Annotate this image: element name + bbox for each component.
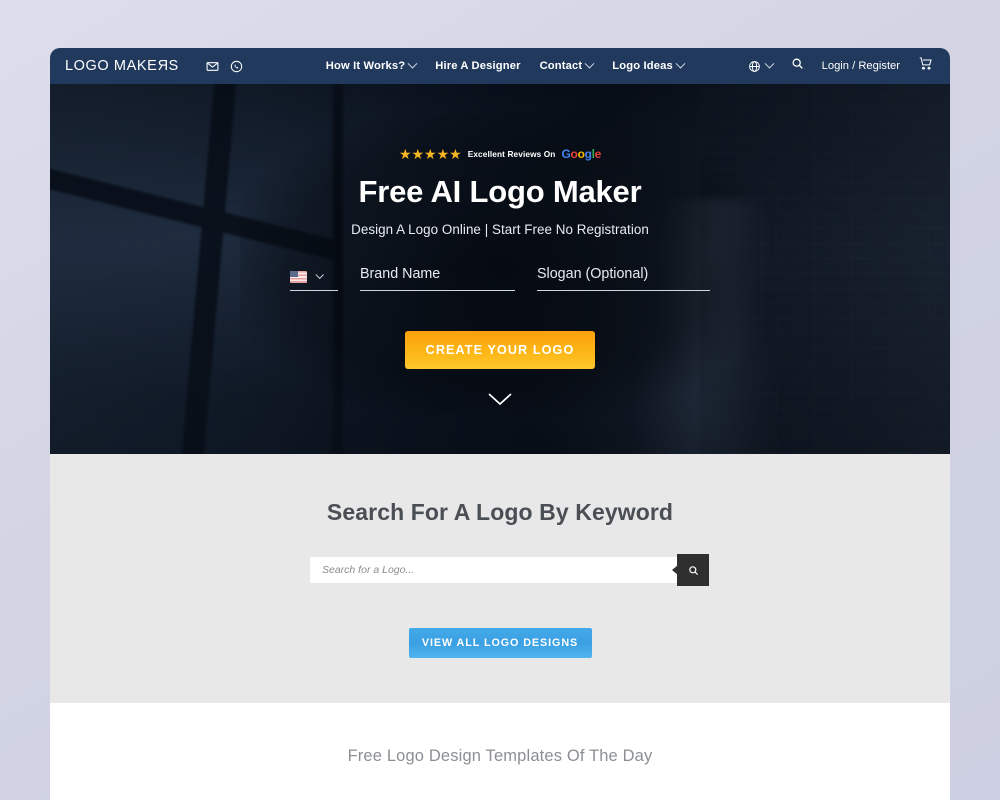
hero-cta-wrap: CREATE YOUR LOGO bbox=[50, 331, 950, 370]
templates-section: Free Logo Design Templates Of The Day bbox=[50, 703, 950, 800]
search-section-title: Search For A Logo By Keyword bbox=[326, 499, 674, 525]
brand-name-field[interactable] bbox=[360, 265, 515, 292]
cart-button[interactable] bbox=[918, 56, 934, 76]
page-background: LOGO MAKERS How It Works? Hire A Designe… bbox=[0, 0, 1000, 800]
globe-icon bbox=[748, 60, 760, 72]
view-all-wrap: VIEW ALL LOGO DESIGNS bbox=[50, 628, 950, 658]
whatsapp-icon[interactable] bbox=[230, 60, 243, 73]
chevron-down-icon bbox=[675, 58, 686, 69]
logo-search-input[interactable] bbox=[310, 557, 690, 583]
language-selector[interactable] bbox=[748, 58, 775, 73]
site-header: LOGO MAKERS How It Works? Hire A Designe… bbox=[50, 48, 950, 84]
chevron-down-icon bbox=[764, 58, 775, 69]
country-select[interactable] bbox=[290, 270, 338, 292]
google-letter: o bbox=[577, 147, 585, 161]
nav-item-logo-ideas[interactable]: Logo Ideas bbox=[612, 58, 686, 72]
hero-subtitle: Design A Logo Online | Start Free No Reg… bbox=[351, 222, 649, 238]
chevron-down-icon bbox=[315, 270, 324, 280]
nav-label: How It Works? bbox=[325, 60, 406, 72]
slogan-field[interactable] bbox=[537, 265, 710, 292]
google-letter: o bbox=[570, 147, 578, 161]
chevron-down-icon bbox=[584, 58, 595, 69]
scroll-down-button[interactable] bbox=[50, 392, 950, 406]
nav-item-contact[interactable]: Contact bbox=[539, 58, 595, 72]
nav-label: Hire A Designer bbox=[435, 60, 521, 72]
hero-title: Free AI Logo Maker bbox=[358, 174, 642, 209]
search-section: Search For A Logo By Keyword VIEW ALL LO… bbox=[50, 454, 950, 703]
header-search-button[interactable] bbox=[791, 57, 804, 75]
view-all-logo-designs-button[interactable]: VIEW ALL LOGO DESIGNS bbox=[408, 628, 592, 658]
chevron-down-icon bbox=[488, 393, 512, 406]
google-logo: Google bbox=[561, 147, 601, 161]
search-icon bbox=[792, 58, 803, 69]
primary-navigation: How It Works? Hire A Designer Contact Lo… bbox=[325, 58, 686, 72]
nav-item-hire-a-designer[interactable]: Hire A Designer bbox=[435, 60, 520, 72]
us-flag-icon bbox=[290, 271, 307, 284]
cart-icon bbox=[919, 57, 932, 70]
website-viewport: LOGO MAKERS How It Works? Hire A Designe… bbox=[50, 48, 950, 800]
email-icon[interactable] bbox=[206, 60, 219, 73]
header-right: Login / Register bbox=[748, 56, 934, 76]
site-logo[interactable]: LOGO MAKERS bbox=[65, 58, 179, 74]
logo-search-button[interactable] bbox=[672, 554, 709, 586]
hero-section: ★★★★★ Excellent Reviews On Google Free A… bbox=[50, 84, 950, 454]
star-rating-icon: ★★★★★ bbox=[398, 146, 462, 162]
site-logo-text: LOGO MAKERS bbox=[65, 58, 179, 74]
slogan-input[interactable] bbox=[537, 266, 710, 283]
header-left: LOGO MAKERS How It Works? Hire A Designe… bbox=[65, 58, 686, 74]
nav-label: Contact bbox=[539, 60, 583, 72]
google-letter: e bbox=[594, 147, 602, 161]
reviews-badge: ★★★★★ Excellent Reviews On Google bbox=[399, 147, 601, 161]
logo-generator-form bbox=[50, 265, 950, 292]
reviews-label: Excellent Reviews On bbox=[467, 149, 556, 159]
google-letter: G bbox=[561, 147, 571, 161]
search-input-wrap bbox=[310, 557, 690, 583]
hero-content: ★★★★★ Excellent Reviews On Google Free A… bbox=[50, 84, 950, 406]
templates-section-title: Free Logo Design Templates Of The Day bbox=[347, 747, 653, 765]
nav-label: Logo Ideas bbox=[612, 60, 673, 72]
search-icon bbox=[688, 565, 698, 575]
brand-name-input[interactable] bbox=[360, 266, 515, 283]
create-your-logo-button[interactable]: CREATE YOUR LOGO bbox=[405, 331, 595, 370]
header-social-icons bbox=[206, 60, 243, 73]
nav-item-how-it-works[interactable]: How It Works? bbox=[325, 58, 418, 72]
google-letter: g bbox=[584, 147, 592, 161]
chevron-down-icon bbox=[407, 58, 418, 69]
login-register-link[interactable]: Login / Register bbox=[822, 60, 900, 72]
search-box bbox=[291, 554, 709, 586]
